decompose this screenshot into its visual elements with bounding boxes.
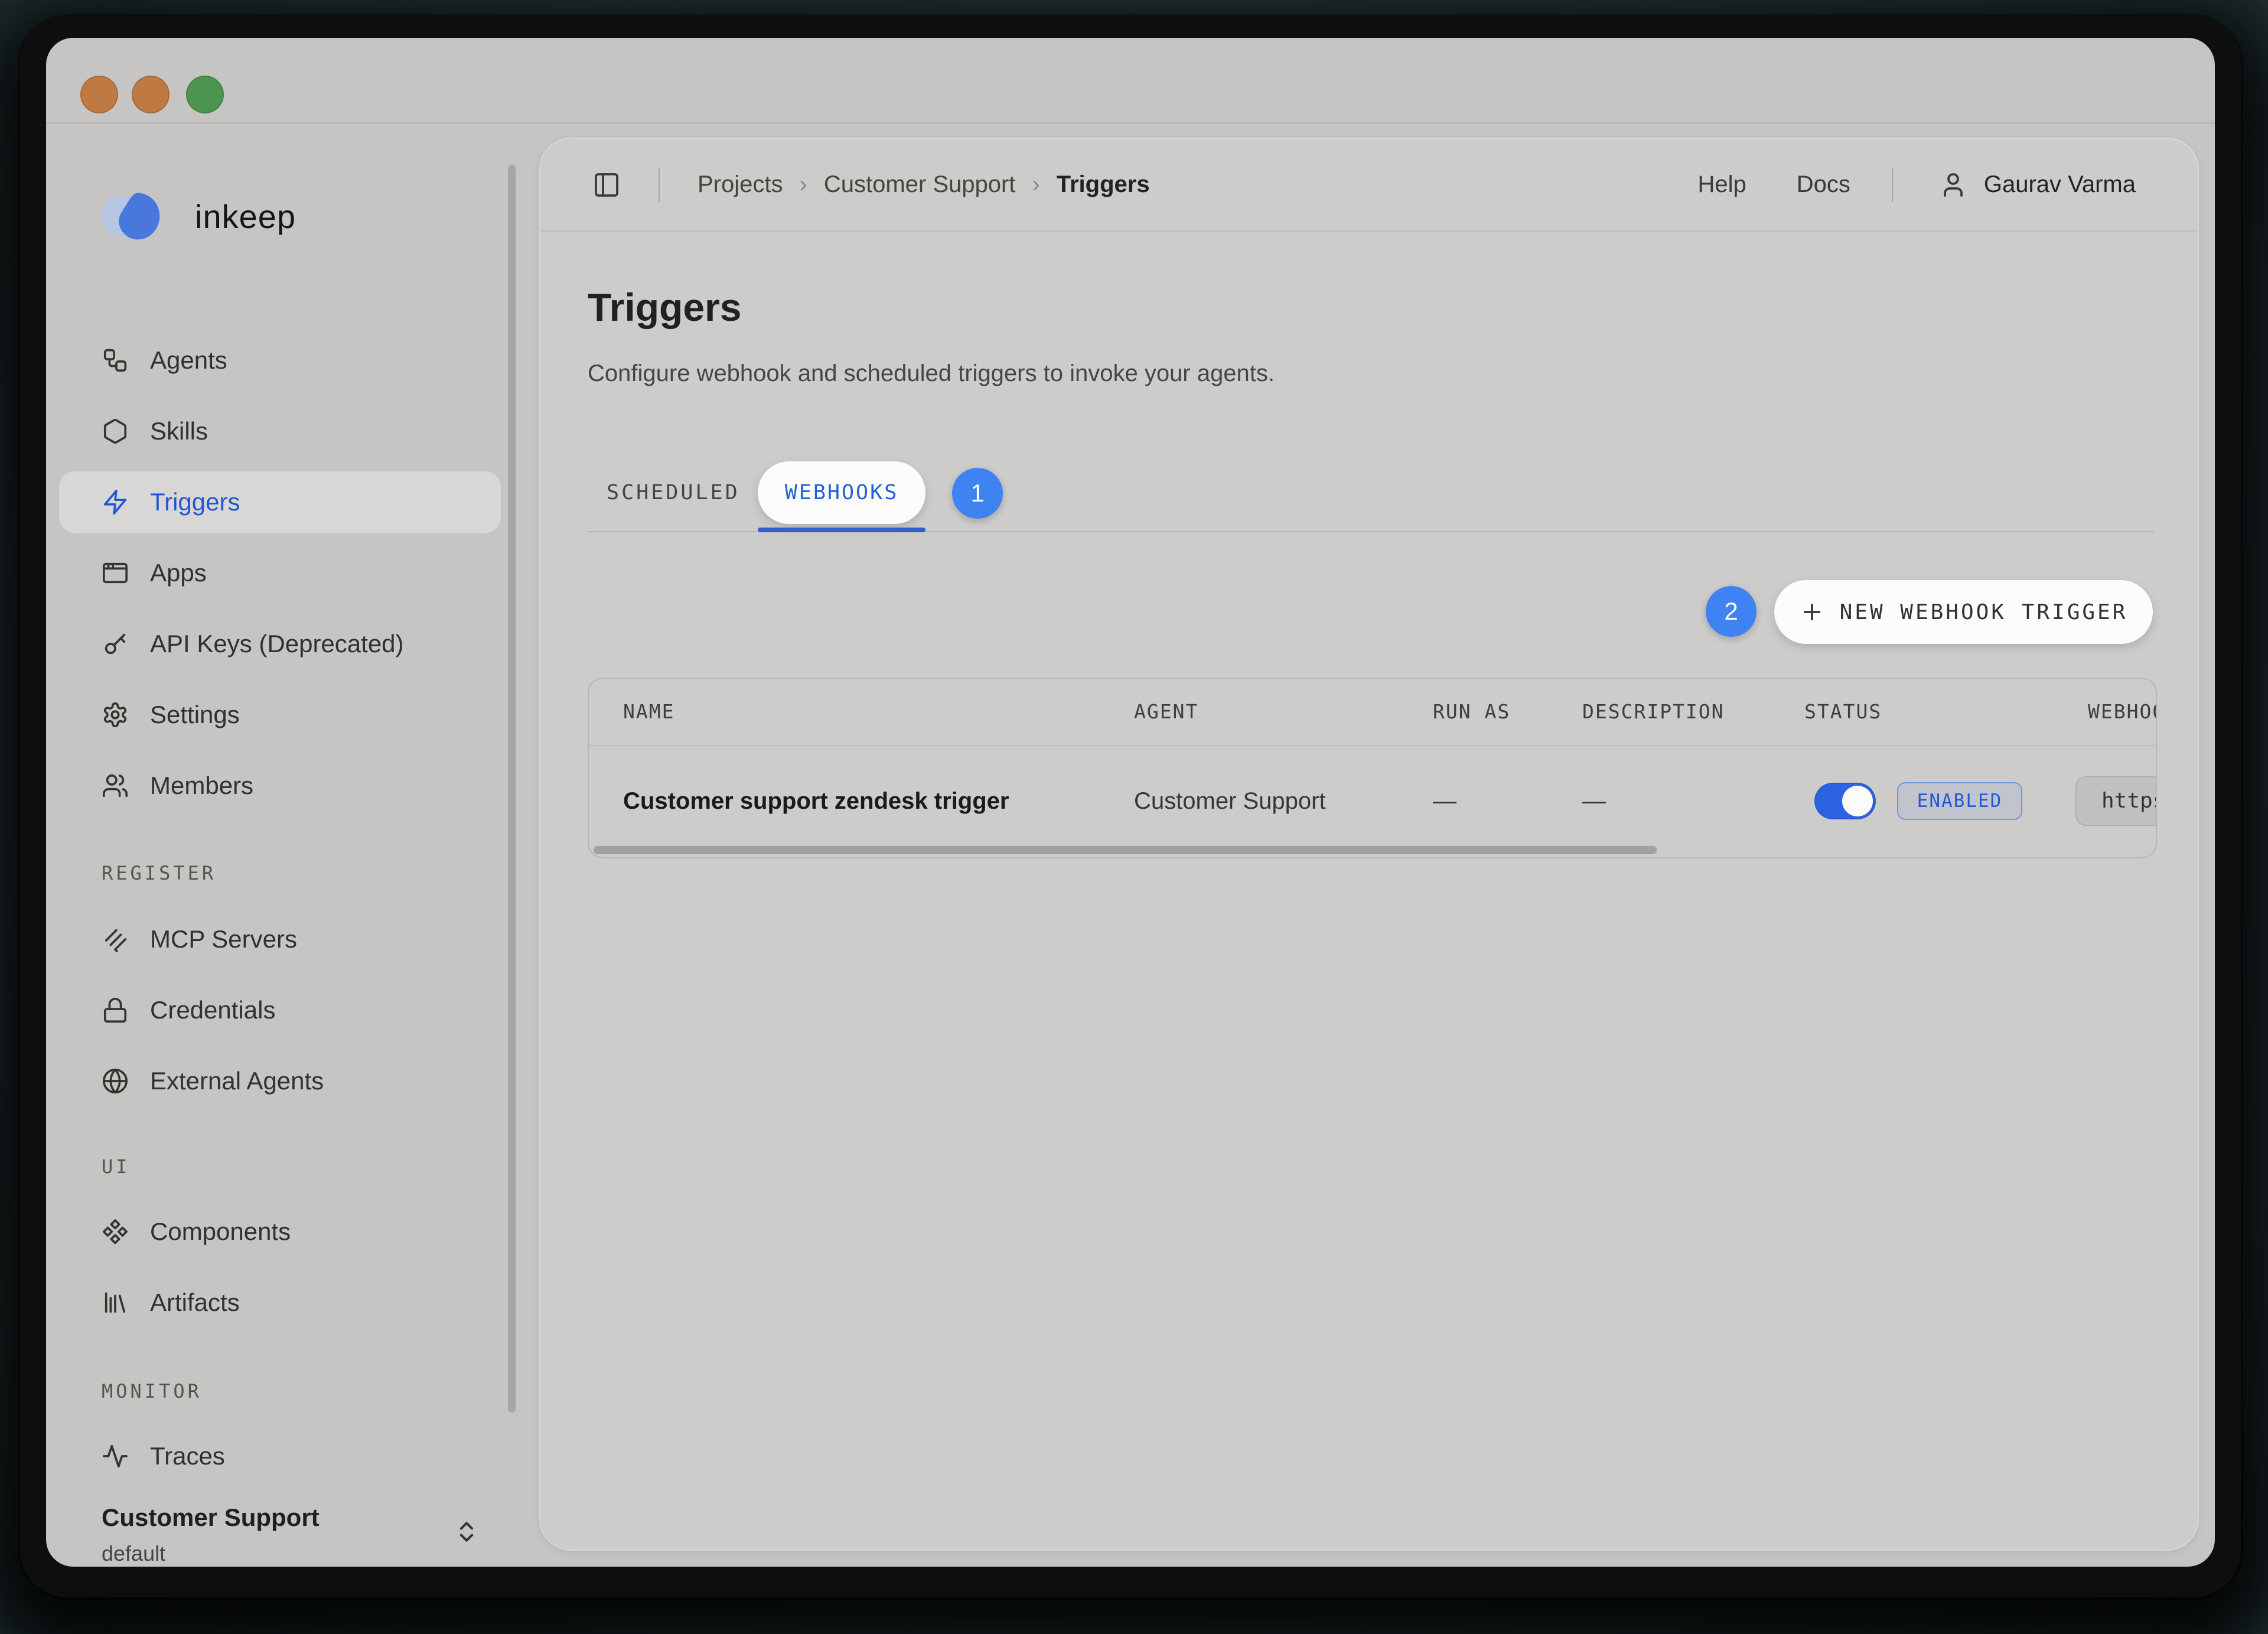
breadcrumb-separator: › [800,171,807,198]
hexagon-icon [102,418,129,445]
sidebar-item-label: Components [150,1218,291,1246]
sidebar-item-api-keys[interactable]: API Keys (Deprecated) [59,613,501,675]
annotation-badge-2: 2 [1706,586,1757,637]
breadcrumb-projects[interactable]: Projects [698,171,783,198]
agent-cell: Customer Support [1134,746,1326,856]
new-webhook-trigger-button[interactable]: NEW WEBHOOK TRIGGER [1774,580,2153,644]
column-header-description: DESCRIPTION [1582,679,1725,745]
sidebar-item-label: MCP Servers [150,925,297,953]
column-header-status: STATUS [1804,679,1882,745]
sidebar-item-label: Members [150,772,253,800]
sidebar-item-external-agents[interactable]: External Agents [59,1050,501,1112]
tab-active-indicator [758,528,926,532]
tab-scheduled[interactable]: SCHEDULED [607,461,740,524]
sidebar-item-skills[interactable]: Skills [59,401,501,462]
desktop-background: inkeep Agents Skills Triggers Apps [0,0,2268,1634]
mcp-icon [102,926,129,953]
panel-left-icon [592,171,621,199]
docs-link[interactable]: Docs [1797,171,1850,198]
breadcrumb-customer-support[interactable]: Customer Support [824,171,1016,198]
sidebar-item-mcp-servers[interactable]: MCP Servers [59,909,501,970]
sidebar-item-label: Skills [150,417,208,445]
toggle-knob [1842,786,1873,816]
chevrons-up-down-icon [454,1519,480,1548]
sidebar-item-label: Agents [150,346,227,375]
sidebar-item-label: Credentials [150,996,275,1024]
sidebar-section-register: REGISTER [102,862,216,884]
inkeep-logo-icon [96,190,171,243]
column-header-run-as: RUN AS [1433,679,1510,745]
user-icon [1939,171,1967,199]
main-panel: Projects › Customer Support › Triggers H… [539,138,2199,1551]
sidebar-item-label: Apps [150,559,207,587]
activity-icon [102,1443,129,1470]
tab-webhooks[interactable]: WEBHOOKS [758,461,926,524]
column-header-webhook-url: WEBHOO [2088,679,2157,745]
breadcrumb-separator: › [1032,171,1040,198]
column-header-name: NAME [623,679,674,745]
sidebar-section-monitor: MONITOR [102,1380,202,1402]
lock-icon [102,997,129,1024]
window-content: inkeep Agents Skills Triggers Apps [46,38,2215,1567]
annotation-badge-1: 1 [952,468,1003,519]
sidebar-item-traces[interactable]: Traces [59,1425,501,1487]
trigger-name-cell[interactable]: Customer support zendesk trigger [623,746,1009,856]
zoom-button[interactable] [186,76,224,113]
breadcrumb-triggers: Triggers [1057,171,1150,198]
minimize-button[interactable] [132,76,170,113]
webhook-url-cell[interactable]: https [2075,776,2157,826]
sidebar-item-components[interactable]: Components [59,1201,501,1262]
sidebar-item-agents[interactable]: Agents [59,330,501,391]
app-window-icon [102,559,129,587]
run-as-cell: — [1433,746,1456,856]
new-webhook-trigger-label: NEW WEBHOOK TRIGGER [1840,600,2128,624]
sidebar-item-label: External Agents [150,1067,324,1095]
app-window: inkeep Agents Skills Triggers Apps [20,17,2241,1597]
header-divider [659,168,660,202]
sidebar: inkeep Agents Skills Triggers Apps [46,125,523,1567]
sidebar-item-artifacts[interactable]: Artifacts [59,1272,501,1333]
sidebar-item-label: Triggers [150,488,240,516]
sidebar-item-apps[interactable]: Apps [59,542,501,604]
project-variant: default [102,1541,165,1566]
page-title: Triggers [588,284,741,331]
project-switcher[interactable]: Customer Support default [46,1503,500,1567]
webhook-triggers-table: NAME AGENT RUN AS DESCRIPTION STATUS WEB… [588,678,2157,858]
inkeep-logo: inkeep [96,190,296,243]
sidebar-toggle-button[interactable] [592,171,621,199]
sidebar-item-label: Artifacts [150,1288,240,1317]
sidebar-item-settings[interactable]: Settings [59,684,501,746]
users-icon [102,772,129,799]
header-divider [1892,168,1893,202]
page-description: Configure webhook and scheduled triggers… [588,357,1275,389]
sidebar-scrollbar[interactable] [508,165,516,1412]
project-name: Customer Support [102,1503,320,1532]
page-header: Projects › Customer Support › Triggers H… [540,139,2198,232]
status-badge: ENABLED [1897,782,2022,820]
sidebar-item-triggers[interactable]: Triggers [59,471,501,533]
brand-wordmark: inkeep [195,197,296,236]
user-menu[interactable]: Gaurav Varma [1984,171,2136,198]
key-icon [102,630,129,657]
close-button[interactable] [80,76,118,113]
sidebar-item-members[interactable]: Members [59,755,501,816]
description-cell: — [1582,746,1606,856]
horizontal-scrollbar[interactable] [594,846,1657,854]
sidebar-item-label: Traces [150,1442,225,1470]
gear-icon [102,701,129,728]
workflow-icon [102,347,129,374]
plus-icon [1800,600,1824,624]
status-toggle[interactable] [1814,783,1876,819]
component-icon [102,1218,129,1245]
sidebar-item-credentials[interactable]: Credentials [59,979,501,1041]
sidebar-item-label: API Keys (Deprecated) [150,630,404,658]
sidebar-section-ui: UI [102,1155,131,1178]
column-header-agent: AGENT [1134,679,1198,745]
library-icon [102,1289,129,1316]
sidebar-item-label: Settings [150,701,240,729]
window-titlebar [46,38,2215,123]
help-link[interactable]: Help [1697,171,1746,198]
zap-icon [102,489,129,516]
globe-icon [102,1067,129,1095]
